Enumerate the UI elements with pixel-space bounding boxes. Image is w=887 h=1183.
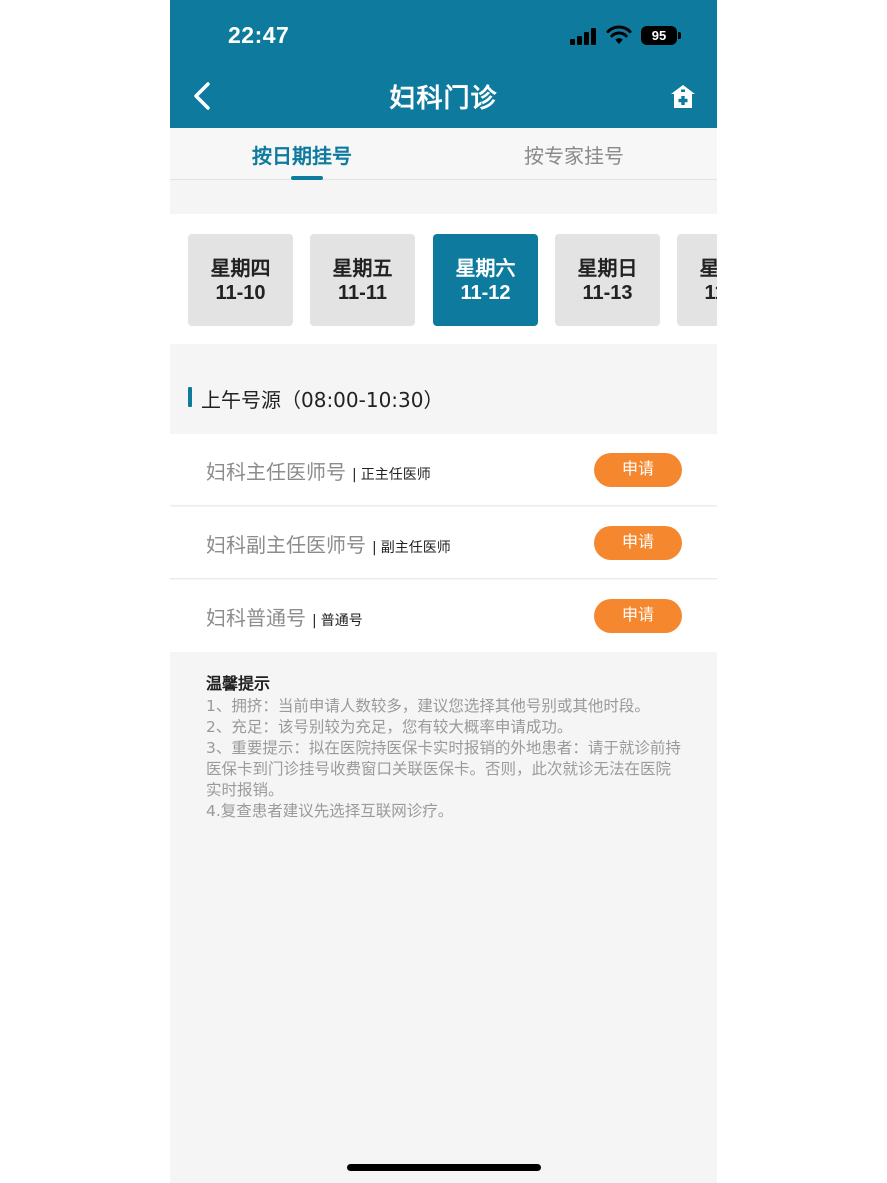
tip-line: 3、重要提示：拟在医院持医保卡实时报销的外地患者：请于就诊前持医保卡到门诊挂号收… xyxy=(206,739,681,799)
hospital-home-icon[interactable] xyxy=(669,83,697,111)
nav-bar: 妇科门诊 xyxy=(170,68,717,128)
date-weekday: 星期四 xyxy=(210,256,271,280)
session-header: 上午号源（08:00-10:30） xyxy=(170,344,717,434)
tab-active-indicator xyxy=(291,176,323,180)
slot-name: 妇科主任医师号 xyxy=(206,460,346,484)
date-day: 11-12 xyxy=(460,282,511,304)
cellular-signal-icon xyxy=(570,27,598,45)
tab-by-date[interactable]: 按日期挂号 xyxy=(252,140,352,169)
date-card-selected[interactable]: 星期六 11-12 xyxy=(433,234,538,326)
battery-icon: 95 xyxy=(641,26,681,45)
date-weekday: 星期五 xyxy=(332,256,393,280)
date-weekday: 星期六 xyxy=(455,256,516,280)
date-day: 11-13 xyxy=(582,282,633,304)
slot-name: 妇科副主任医师号 xyxy=(206,533,366,557)
tips-box: 温馨提示 1、拥挤：当前申请人数较多，建议您选择其他号别或其他时段。 2、充足：… xyxy=(206,670,686,822)
date-day: 11-10 xyxy=(215,282,266,304)
slot-name: 妇科普通号 xyxy=(206,606,306,630)
apply-button[interactable]: 申请 xyxy=(594,453,682,487)
slot-row: 妇科副主任医师号 | 副主任医师 申请 xyxy=(170,507,717,579)
slot-separator: | xyxy=(352,467,357,483)
apply-button[interactable]: 申请 xyxy=(594,526,682,560)
date-selector: 星期四 11-10 星期五 11-11 星期六 11-12 星期日 11-13 … xyxy=(170,214,717,344)
slot-row: 妇科普通号 | 普通号 申请 xyxy=(170,580,717,652)
wifi-icon xyxy=(606,25,632,44)
slot-doctor-level: 普通号 xyxy=(320,613,363,629)
status-bar: 22:47 95 xyxy=(170,0,717,68)
date-day: 11-14 xyxy=(704,282,717,304)
date-weekday: 星期一 xyxy=(699,256,718,280)
page-title: 妇科门诊 xyxy=(389,84,498,114)
apply-button[interactable]: 申请 xyxy=(594,599,682,633)
date-card[interactable]: 星期五 11-11 xyxy=(310,234,415,326)
tip-line: 1、拥挤：当前申请人数较多，建议您选择其他号别或其他时段。 xyxy=(206,697,650,715)
app-screen: 22:47 95 妇科门诊 按日期挂号 按专家挂号 星期四 11-10 星期五 … xyxy=(170,0,717,1183)
section-marker xyxy=(188,387,192,407)
status-time: 22:47 xyxy=(228,22,290,48)
session-title: 上午号源（08:00-10:30） xyxy=(201,388,444,412)
home-indicator[interactable] xyxy=(347,1164,541,1171)
date-card[interactable]: 星期日 11-13 xyxy=(555,234,660,326)
slot-row: 妇科主任医师号 | 正主任医师 申请 xyxy=(170,434,717,506)
tips-title: 温馨提示 xyxy=(206,674,271,693)
slot-separator: | xyxy=(372,540,377,556)
tab-bar: 按日期挂号 按专家挂号 xyxy=(170,128,717,180)
tip-line: 2、充足：该号别较为充足，您有较大概率申请成功。 xyxy=(206,718,573,736)
slot-doctor-level: 副主任医师 xyxy=(380,540,451,556)
slot-doctor-level: 正主任医师 xyxy=(360,467,431,483)
tip-line: 4.复查患者建议先选择互联网诊疗。 xyxy=(206,802,454,820)
date-card[interactable]: 星期一 11-14 xyxy=(677,234,717,326)
date-weekday: 星期日 xyxy=(577,256,638,280)
date-card[interactable]: 星期四 11-10 xyxy=(188,234,293,326)
date-day: 11-11 xyxy=(338,282,387,304)
tab-by-expert[interactable]: 按专家挂号 xyxy=(524,140,624,169)
slot-separator: | xyxy=(312,613,317,629)
